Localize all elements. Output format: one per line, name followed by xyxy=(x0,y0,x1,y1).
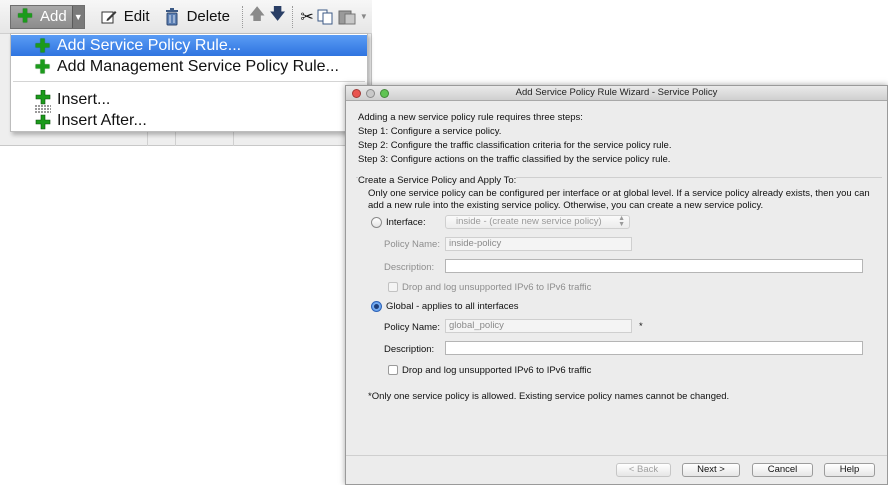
back-button[interactable]: < Back xyxy=(616,463,671,477)
global-ipv6-checkbox[interactable] xyxy=(388,365,398,375)
dialog-title: Add Service Policy Rule Wizard - Service… xyxy=(515,87,718,98)
required-marker: * xyxy=(639,321,643,332)
menu-item-label: Insert... xyxy=(57,90,111,108)
add-service-policy-rule-wizard: Add Service Policy Rule Wizard - Service… xyxy=(345,85,888,485)
next-button[interactable]: Next > xyxy=(682,463,740,477)
interface-select-value: inside - (create new service policy) xyxy=(456,216,602,227)
table-column-divider xyxy=(233,132,234,146)
minimize-window-button[interactable] xyxy=(366,89,375,98)
menu-item-label: Add Management Service Policy Rule... xyxy=(57,57,339,75)
edit-button-label: Edit xyxy=(123,8,150,25)
delete-button[interactable]: Delete xyxy=(156,5,236,29)
app-background: ✚ Add ▼ Edit Delete 🡅 🡇 ✂ ▼ ✚ Add Servic… xyxy=(0,0,372,146)
global-radio[interactable] xyxy=(371,301,382,312)
interface-description-input[interactable] xyxy=(445,259,863,273)
menu-item-insert[interactable]: Insert... xyxy=(11,89,367,110)
global-ipv6-label: Drop and log unsupported IPv6 to IPv6 tr… xyxy=(402,365,592,376)
insert-after-icon xyxy=(35,111,51,136)
trash-icon xyxy=(162,7,182,27)
interface-radio[interactable] xyxy=(371,217,382,228)
select-arrows-icon: ▲ ▼ xyxy=(618,215,625,228)
global-policy-name-label: Policy Name: xyxy=(384,322,440,333)
add-split-button[interactable]: ✚ Add ▼ xyxy=(10,4,85,29)
step-1-text: Step 1: Configure a service policy. xyxy=(358,126,502,137)
add-dropdown-menu: ✚ Add Service Policy Rule... ✚ Add Manag… xyxy=(10,33,368,132)
interface-ipv6-checkbox[interactable] xyxy=(388,282,398,292)
delete-button-label: Delete xyxy=(186,8,230,25)
zoom-window-button[interactable] xyxy=(380,89,389,98)
interface-policy-name-label: Policy Name: xyxy=(384,239,440,250)
arrow-down-icon[interactable]: 🡇 xyxy=(269,6,285,27)
add-dropdown-arrow-icon[interactable]: ▼ xyxy=(71,5,84,28)
interface-policy-name-input[interactable]: inside-policy xyxy=(445,237,632,251)
menu-item-add-service-policy-rule[interactable]: ✚ Add Service Policy Rule... xyxy=(11,35,367,56)
copy-icon[interactable] xyxy=(317,7,333,27)
menu-item-label: Insert After... xyxy=(57,111,147,129)
help-button[interactable]: Help xyxy=(824,463,875,477)
plus-icon: ✚ xyxy=(17,6,33,26)
menu-item-add-management-service-policy-rule[interactable]: ✚ Add Management Service Policy Rule... xyxy=(11,56,367,77)
interface-ipv6-label: Drop and log unsupported IPv6 to IPv6 tr… xyxy=(402,282,592,293)
close-window-button[interactable] xyxy=(352,89,361,98)
toolbar-separator xyxy=(291,5,293,28)
menu-separator xyxy=(13,81,365,82)
table-column-divider xyxy=(147,132,148,146)
edit-icon xyxy=(99,7,119,27)
dialog-titlebar: Add Service Policy Rule Wizard - Service… xyxy=(346,86,887,101)
table-column-divider xyxy=(175,132,176,146)
global-description-label: Description: xyxy=(384,344,435,355)
edit-button[interactable]: Edit xyxy=(93,5,156,29)
global-description-input[interactable] xyxy=(445,341,863,355)
interface-description-label: Description: xyxy=(384,262,435,273)
toolbar-separator xyxy=(241,5,243,28)
add-button-label: Add xyxy=(40,8,67,25)
step-3-text: Step 3: Configure actions on the traffic… xyxy=(358,154,671,165)
toolbar: ✚ Add ▼ Edit Delete 🡅 🡇 ✂ ▼ xyxy=(0,0,372,34)
menu-item-insert-after[interactable]: Insert After... xyxy=(11,110,367,131)
cancel-button[interactable]: Cancel xyxy=(752,463,813,477)
global-label: Global - applies to all interfaces xyxy=(386,301,519,312)
plus-icon: ✚ xyxy=(35,36,51,56)
global-policy-name-input[interactable]: global_policy xyxy=(445,319,632,333)
plus-icon: ✚ xyxy=(35,57,51,77)
intro-text: Adding a new service policy rule require… xyxy=(358,112,583,123)
interface-label: Interface: xyxy=(386,217,426,228)
add-button[interactable]: ✚ Add xyxy=(11,6,72,28)
step-2-text: Step 2: Configure the traffic classifica… xyxy=(358,140,672,151)
arrow-up-icon[interactable]: 🡅 xyxy=(249,6,265,27)
cut-icon[interactable]: ✂ xyxy=(299,7,315,27)
menu-item-label: Add Service Policy Rule... xyxy=(57,36,242,54)
paste-icon[interactable] xyxy=(338,7,356,27)
apply-to-group-box xyxy=(356,177,882,417)
group-title: Create a Service Policy and Apply To: xyxy=(358,175,517,186)
interface-select[interactable]: inside - (create new service policy) ▲ ▼ xyxy=(445,215,630,229)
footnote: *Only one service policy is allowed. Exi… xyxy=(368,391,730,402)
group-description: Only one service policy can be configure… xyxy=(368,188,870,211)
paste-dropdown-icon[interactable]: ▼ xyxy=(356,7,372,27)
